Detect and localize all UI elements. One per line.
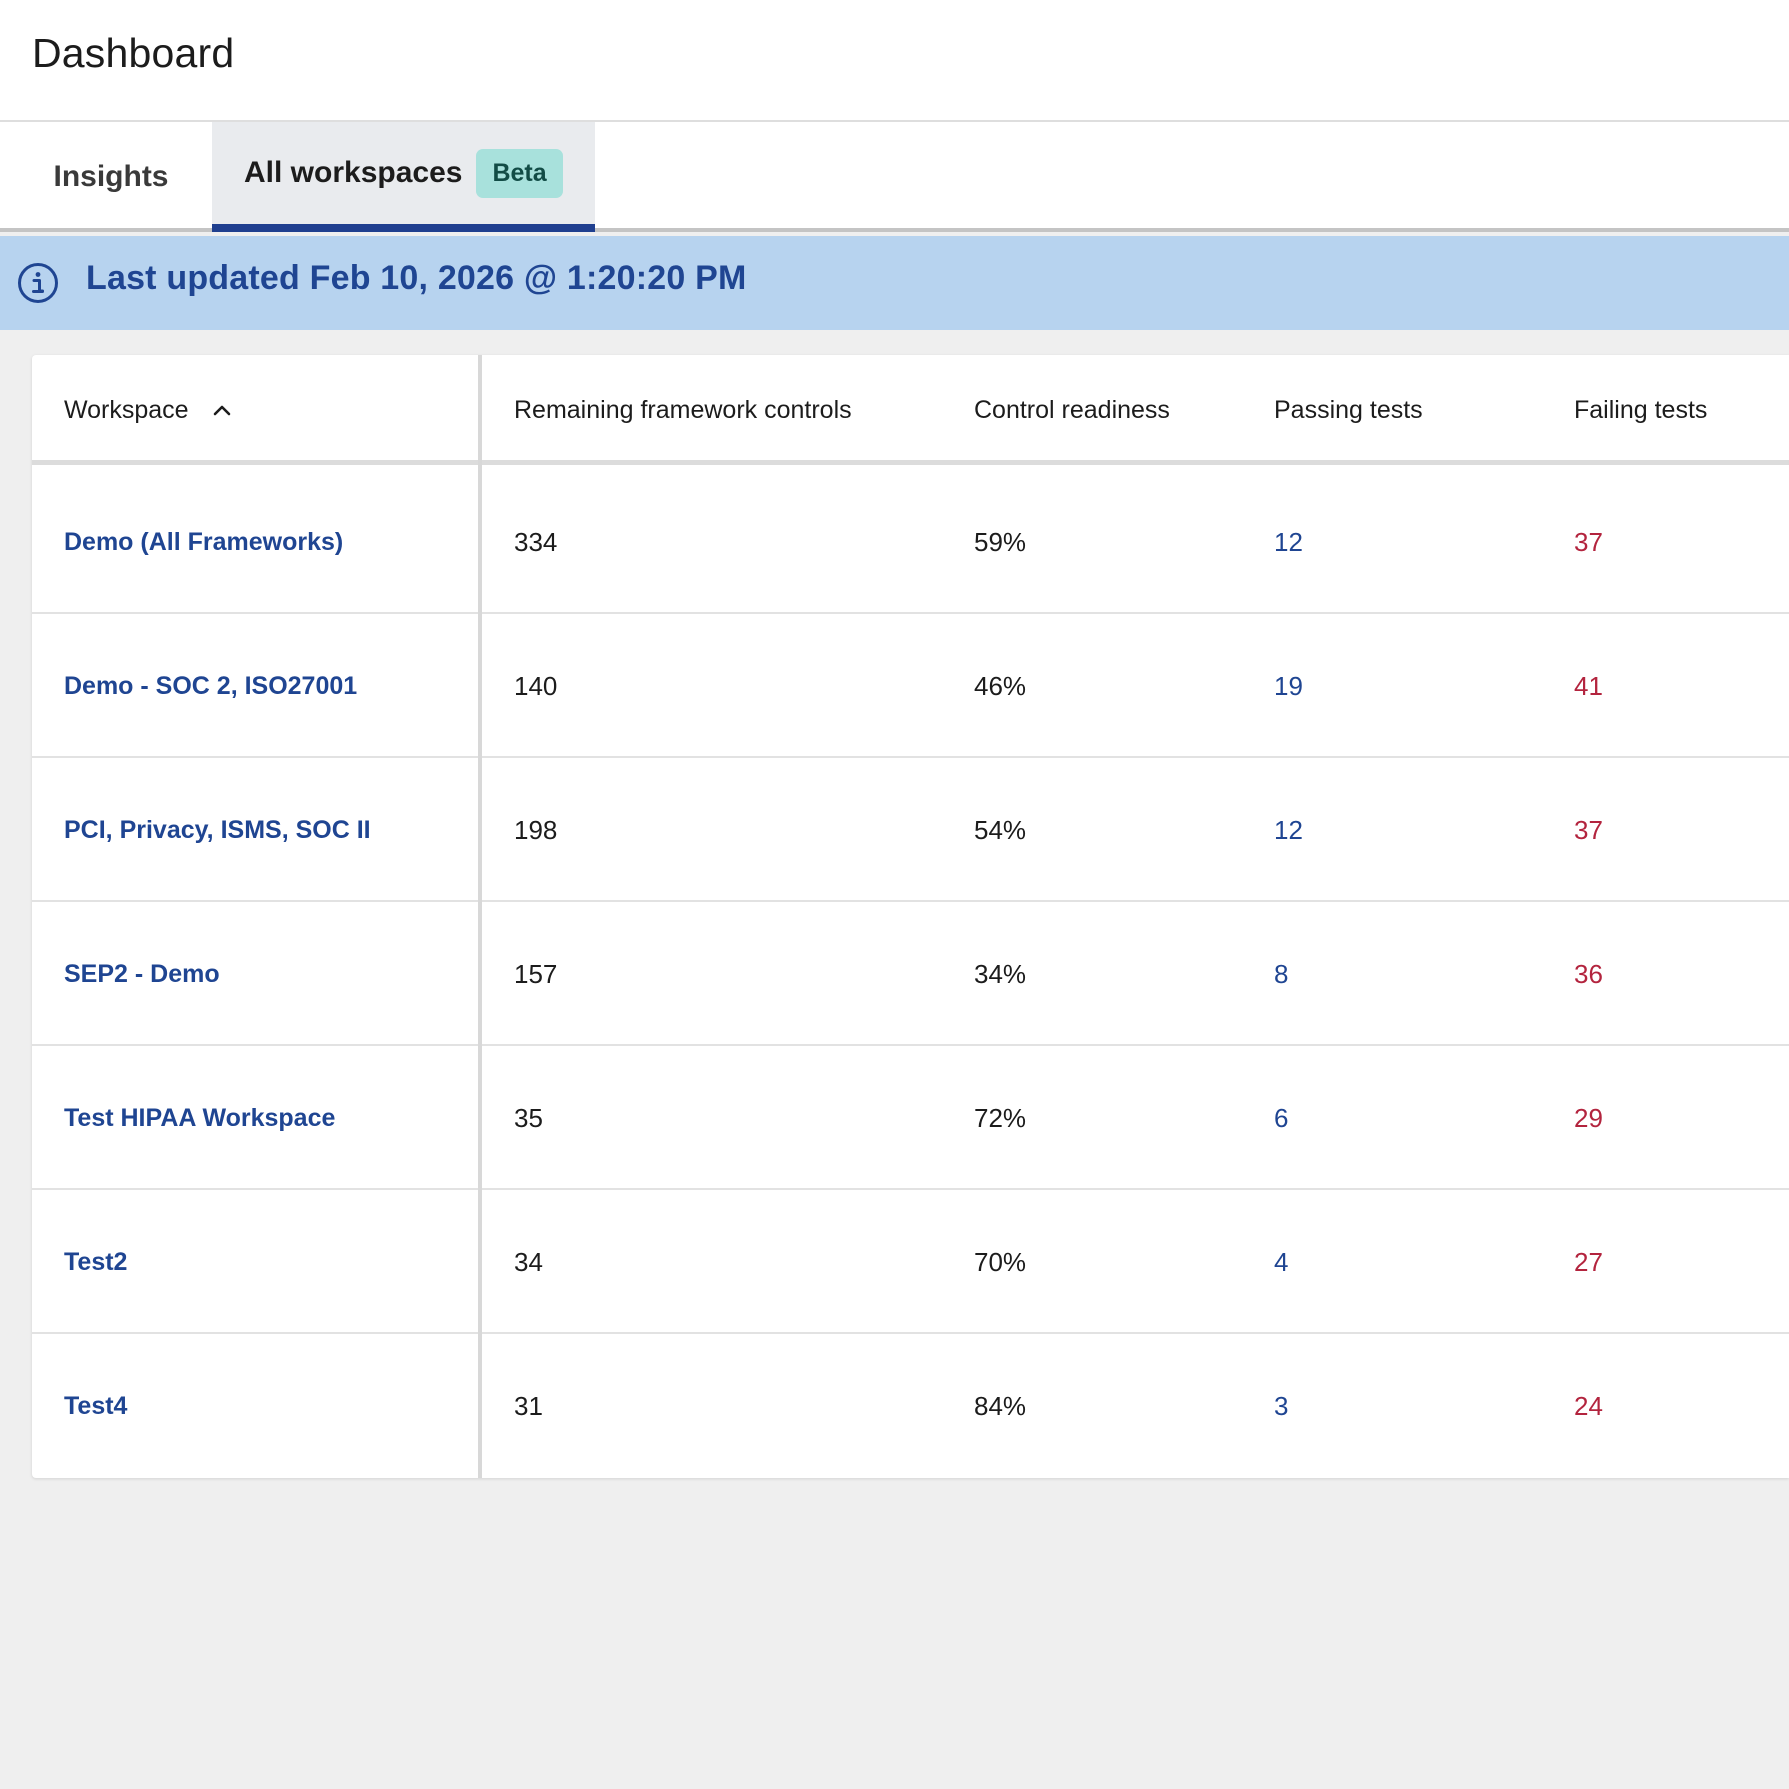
table-row: Demo (All Frameworks) 334 59% 12 37 [32, 470, 1789, 614]
passing-tests-link[interactable]: 12 [1274, 470, 1303, 614]
tab-label: Insights [53, 160, 169, 193]
tab-insights[interactable]: Insights [0, 122, 212, 232]
workspace-link[interactable]: Test4 [64, 1334, 127, 1478]
table-header-row: Workspace Remaining framework controls C… [32, 355, 1789, 465]
workspace-link[interactable]: Demo (All Frameworks) [64, 470, 343, 614]
column-header-control-readiness: Control readiness [974, 355, 1170, 465]
control-readiness-value: 59% [974, 526, 1027, 557]
column-header-label: Workspace [64, 395, 189, 424]
page-title: Dashboard [32, 30, 235, 76]
column-header-failing-tests: Failing tests [1574, 355, 1707, 465]
passing-tests-link[interactable]: 19 [1274, 614, 1303, 758]
remaining-controls-value: 198 [514, 814, 558, 845]
passing-tests-link[interactable]: 8 [1274, 902, 1288, 1046]
info-icon [18, 263, 58, 303]
beta-badge: Beta [476, 148, 563, 198]
workspaces-table: Workspace Remaining framework controls C… [32, 355, 1789, 1478]
column-divider [478, 355, 482, 1478]
control-readiness-value: 70% [974, 1246, 1027, 1277]
passing-tests-link[interactable]: 4 [1274, 1190, 1288, 1334]
failing-tests-link[interactable]: 37 [1574, 758, 1603, 902]
tab-label: All workspaces [244, 156, 463, 189]
workspace-link[interactable]: SEP2 - Demo [64, 902, 220, 1046]
control-readiness-value: 46% [974, 670, 1027, 701]
remaining-controls-value: 35 [514, 1102, 543, 1133]
chevron-up-icon [213, 405, 230, 416]
control-readiness-value: 54% [974, 814, 1027, 845]
failing-tests-link[interactable]: 37 [1574, 470, 1603, 614]
failing-tests-link[interactable]: 24 [1574, 1334, 1603, 1478]
workspace-link[interactable]: Test HIPAA Workspace [64, 1046, 335, 1190]
column-header-label: Passing tests [1274, 395, 1423, 424]
table-row: Test HIPAA Workspace 35 72% 6 29 [32, 1046, 1789, 1190]
workspace-link[interactable]: Test2 [64, 1190, 127, 1334]
column-header-label: Failing tests [1574, 395, 1708, 424]
table-row: Test2 34 70% 4 27 [32, 1190, 1789, 1334]
passing-tests-link[interactable]: 3 [1274, 1334, 1288, 1478]
tab-bar: Insights All workspaces Beta [0, 122, 1789, 232]
workspace-link[interactable]: Demo - SOC 2, ISO27001 [64, 614, 357, 758]
remaining-controls-value: 31 [514, 1390, 543, 1421]
last-updated-text: Last updated Feb 10, 2026 @ 1:20:20 PM [86, 259, 747, 297]
workspace-link[interactable]: PCI, Privacy, ISMS, SOC II [64, 758, 371, 902]
column-header-label: Remaining framework controls [514, 395, 852, 424]
table-row: PCI, Privacy, ISMS, SOC II 198 54% 12 37 [32, 758, 1789, 902]
failing-tests-link[interactable]: 41 [1574, 614, 1603, 758]
tab-all-workspaces[interactable]: All workspaces Beta [212, 122, 595, 232]
control-readiness-value: 72% [974, 1102, 1027, 1133]
remaining-controls-value: 140 [514, 670, 558, 701]
remaining-controls-value: 34 [514, 1246, 543, 1277]
passing-tests-link[interactable]: 12 [1274, 758, 1303, 902]
remaining-controls-value: 334 [514, 526, 558, 557]
passing-tests-link[interactable]: 6 [1274, 1046, 1288, 1190]
table-row: Test4 31 84% 3 24 [32, 1334, 1789, 1478]
control-readiness-value: 84% [974, 1390, 1027, 1421]
page-header: Dashboard [0, 0, 1789, 122]
column-header-passing-tests: Passing tests [1274, 355, 1423, 465]
failing-tests-link[interactable]: 29 [1574, 1046, 1603, 1190]
table-row: Demo - SOC 2, ISO27001 140 46% 19 41 [32, 614, 1789, 758]
control-readiness-value: 34% [974, 958, 1027, 989]
failing-tests-link[interactable]: 27 [1574, 1190, 1603, 1334]
table-row: SEP2 - Demo 157 34% 8 36 [32, 902, 1789, 1046]
column-header-label: Control readiness [974, 395, 1170, 424]
column-header-remaining-controls: Remaining framework controls [514, 355, 852, 465]
column-header-workspace[interactable]: Workspace [64, 355, 233, 465]
info-banner: Last updated Feb 10, 2026 @ 1:20:20 PM [0, 236, 1789, 330]
failing-tests-link[interactable]: 36 [1574, 902, 1603, 1046]
remaining-controls-value: 157 [514, 958, 558, 989]
